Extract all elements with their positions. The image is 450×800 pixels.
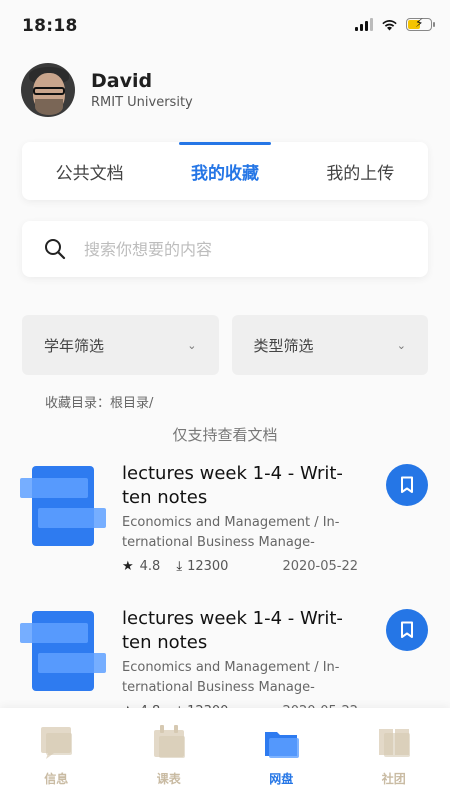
user-name: David	[91, 70, 153, 92]
notice-text: 仅支持查看文档	[172, 426, 278, 444]
breadcrumb: 收藏目录：根目录/	[45, 396, 154, 411]
battery-icon: ⚡	[406, 16, 435, 31]
nav-item-clubs[interactable]: 社团	[338, 708, 450, 800]
user-university: RMIT University	[91, 95, 193, 110]
document-category: Economics and Management / In- ternation…	[122, 660, 340, 695]
tab-my-favorites[interactable]: 我的收藏	[157, 142, 292, 200]
bookmark-button[interactable]	[386, 609, 428, 651]
tab-my-uploads[interactable]: 我的上传	[293, 142, 428, 200]
search-input[interactable]	[82, 238, 386, 260]
bookmark-icon	[401, 476, 413, 493]
signal-icon	[355, 18, 373, 31]
nav-label: 信息	[44, 772, 69, 786]
document-date: 2020-05-22	[282, 559, 358, 574]
bottom-navigation: 信息 课表 网盘 社团	[0, 708, 450, 800]
wifi-icon	[382, 20, 397, 31]
document-icon	[20, 611, 106, 691]
document-meta: ★ 4.8 ⤓ 12300 2020-05-22	[122, 559, 358, 574]
star-icon: ★	[122, 559, 134, 574]
chevron-down-icon: ⌄	[396, 338, 406, 352]
document-title: lectures week 1-4 - Writ- ten notes	[122, 608, 343, 653]
bookmark-icon	[401, 621, 413, 638]
avatar[interactable]	[21, 63, 75, 117]
type-filter-label: 类型筛选	[253, 336, 314, 355]
download-icon: ⤓	[176, 559, 183, 574]
filter-row: 学年筛选 ⌄ 类型筛选 ⌄	[22, 315, 428, 375]
folder-icon	[265, 732, 300, 758]
document-rating: 4.8	[139, 559, 161, 574]
document-tabs: 公共文档 我的收藏 我的上传	[22, 142, 428, 200]
nav-item-schedule[interactable]: 课表	[113, 708, 226, 800]
tab-public-documents[interactable]: 公共文档	[22, 142, 157, 200]
system-indicators: ⚡	[355, 16, 435, 31]
bookmark-button[interactable]	[386, 464, 428, 506]
year-filter-label: 学年筛选	[44, 336, 105, 355]
document-icon	[20, 466, 106, 546]
year-filter-dropdown[interactable]: 学年筛选 ⌄	[22, 315, 219, 375]
status-time: 18:18	[22, 16, 78, 36]
search-icon	[45, 239, 66, 260]
calendar-icon	[153, 725, 185, 758]
nav-item-cloud-drive[interactable]: 网盘	[225, 708, 338, 800]
user-profile[interactable]: David RMIT University	[21, 63, 193, 117]
message-icon	[41, 727, 73, 759]
document-title: lectures week 1-4 - Writ- ten notes	[122, 463, 343, 508]
nav-label: 社团	[381, 772, 406, 786]
search-bar	[22, 221, 428, 277]
nav-label: 网盘	[269, 772, 294, 786]
list-item[interactable]: lectures week 1-4 - Writ- ten notes Econ…	[20, 462, 430, 587]
nav-item-messages[interactable]: 信息	[0, 708, 113, 800]
nav-label: 课表	[156, 772, 181, 786]
document-downloads: 12300	[187, 559, 229, 574]
type-filter-dropdown[interactable]: 类型筛选 ⌄	[231, 315, 428, 375]
book-icon	[378, 729, 410, 757]
document-category: Economics and Management / In- ternation…	[122, 515, 340, 550]
chevron-down-icon: ⌄	[187, 338, 197, 352]
status-bar: 18:18 ⚡	[0, 0, 450, 54]
